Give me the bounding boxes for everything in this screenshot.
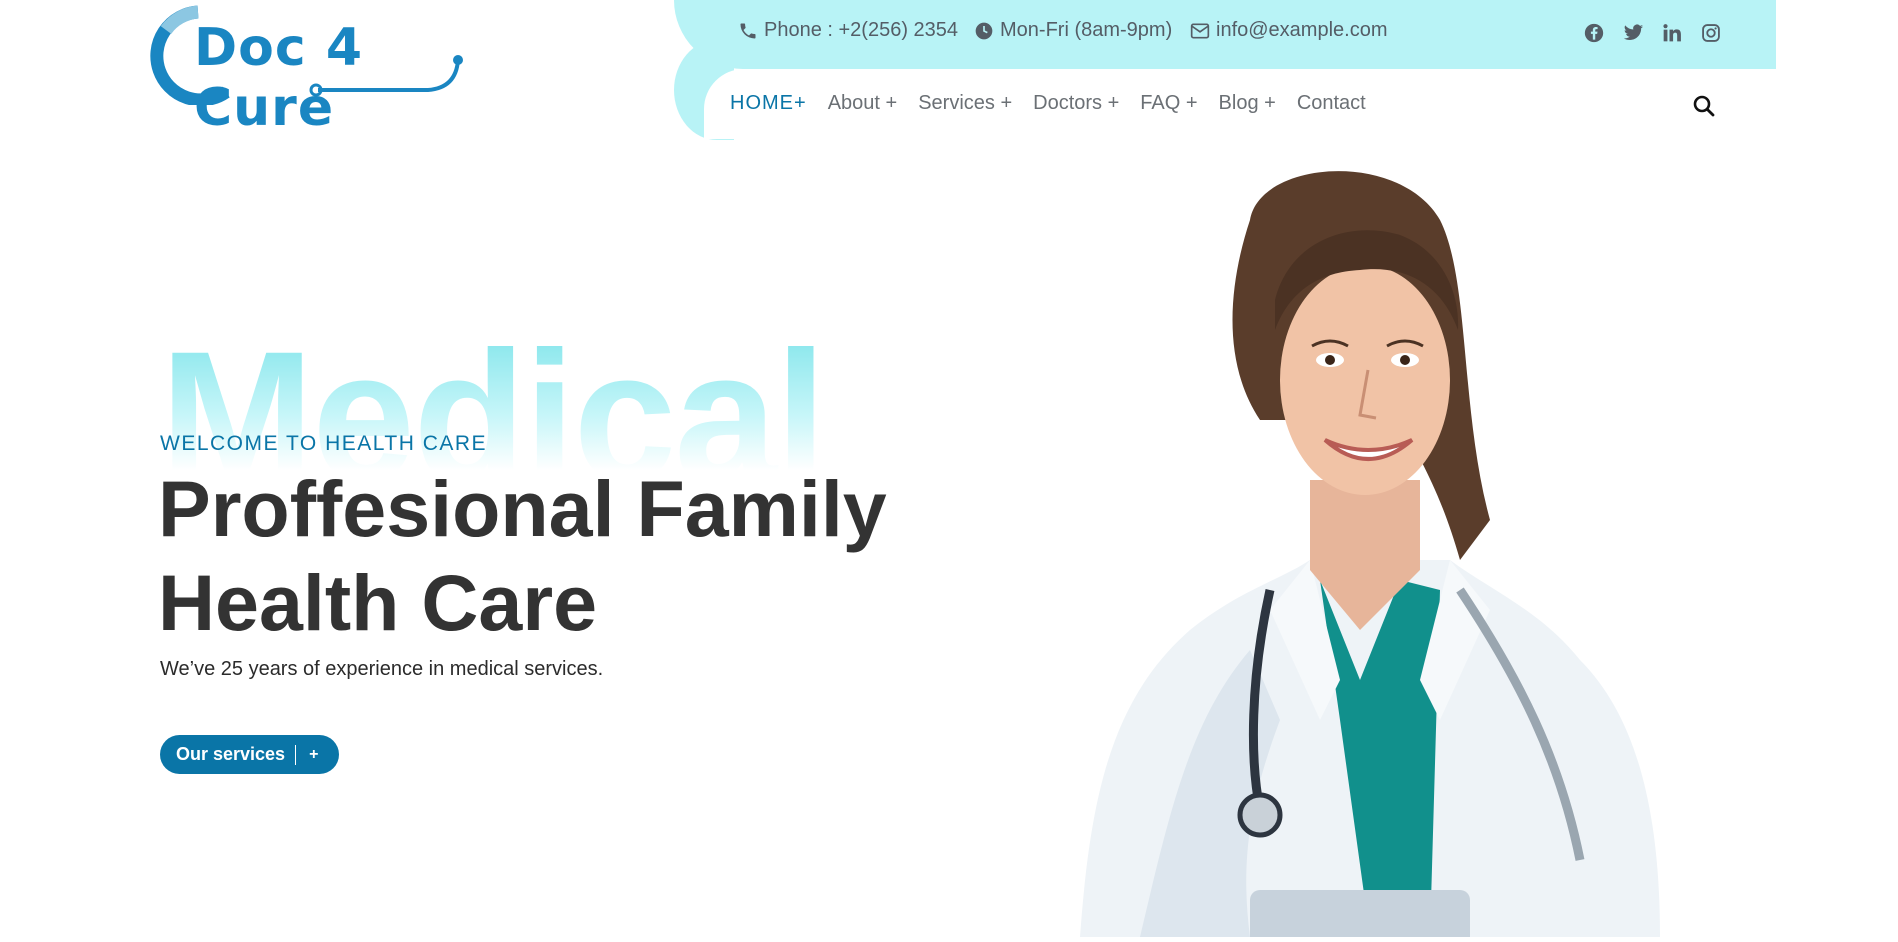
brand-logo[interactable]: Doc 4 Cure	[138, 0, 498, 138]
email-text: info@example.com	[1216, 19, 1388, 41]
nav-item-faq[interactable]: FAQ +	[1140, 92, 1197, 115]
search-icon[interactable]	[1692, 94, 1716, 118]
instagram-icon[interactable]	[1700, 22, 1722, 44]
email-contact[interactable]: info@example.com	[1190, 19, 1387, 42]
our-services-button[interactable]: Our services +	[160, 735, 339, 774]
doctor-image	[1020, 160, 1680, 942]
nav-item-services[interactable]: Services +	[918, 92, 1012, 115]
nav-item-about[interactable]: About +	[828, 92, 898, 115]
nav-item-home[interactable]: HOME+	[730, 92, 807, 115]
main-nav: HOME+ About + Services + Doctors + FAQ +…	[730, 92, 1387, 115]
clock-icon	[975, 22, 993, 39]
hours-contact: Mon-Fri (8am-9pm)	[974, 19, 1172, 42]
facebook-icon[interactable]	[1583, 22, 1605, 44]
hero-eyebrow: WELCOME TO HEALTH CARE	[160, 432, 488, 455]
hours-text: Mon-Fri (8am-9pm)	[1000, 19, 1173, 41]
hero-subtext: We’ve 25 years of experience in medical …	[160, 658, 604, 680]
nav-item-contact[interactable]: Contact	[1297, 92, 1366, 115]
hero-headline: Proffesional Family Health Care	[158, 464, 887, 647]
button-divider	[295, 744, 297, 765]
nav-item-blog[interactable]: Blog +	[1219, 92, 1276, 115]
phone-icon	[740, 23, 756, 38]
plus-icon: +	[309, 745, 319, 763]
social-links	[1583, 22, 1722, 44]
envelope-icon	[1190, 23, 1210, 38]
phone-text: Phone : +2(256) 2354	[764, 19, 959, 41]
phone-contact[interactable]: Phone : +2(256) 2354	[738, 19, 958, 42]
button-label: Our services	[176, 744, 286, 764]
brand-name: Doc 4 Cure	[194, 18, 363, 138]
nav-item-doctors[interactable]: Doctors +	[1033, 92, 1119, 115]
twitter-icon[interactable]	[1622, 22, 1644, 44]
linkedin-icon[interactable]	[1661, 22, 1683, 44]
